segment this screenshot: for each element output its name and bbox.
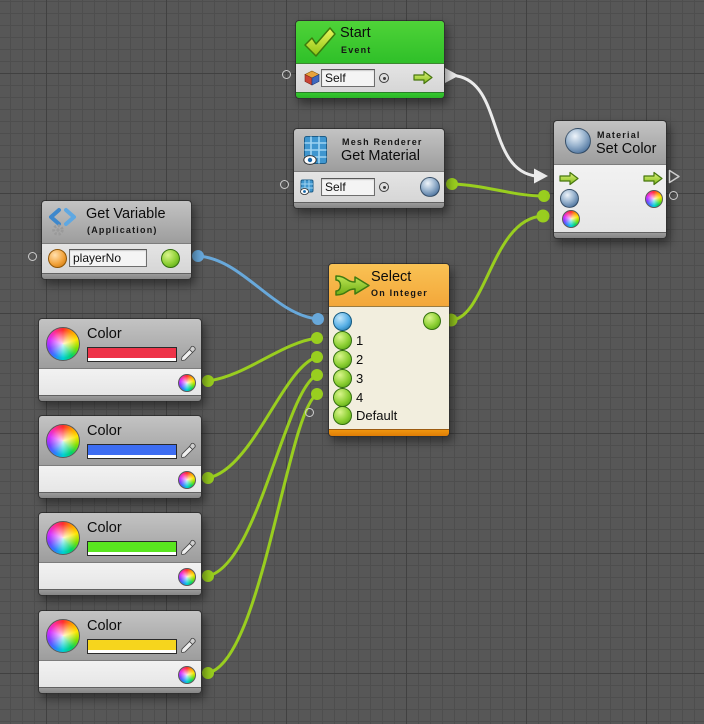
node-set-color[interactable]: Material Set Color bbox=[553, 120, 667, 239]
color-input-port[interactable] bbox=[562, 210, 580, 228]
node-select-on-integer[interactable]: Select On Integer 1 2 3 4 Default bbox=[328, 263, 450, 437]
eyedropper-icon[interactable] bbox=[180, 637, 197, 654]
wire-color1-to-select[interactable] bbox=[208, 338, 317, 381]
wire-select-to-setcolor[interactable] bbox=[451, 216, 543, 320]
material-input-port[interactable] bbox=[560, 189, 579, 208]
color-wheel-icon bbox=[46, 521, 80, 555]
wire-getmaterial-to-setcolor[interactable] bbox=[452, 184, 544, 196]
variable-value-output-port[interactable] bbox=[161, 249, 180, 268]
node-color-literal-1[interactable]: Color bbox=[38, 318, 202, 402]
target-dot-icon bbox=[379, 182, 389, 192]
wire-playerno-to-select[interactable] bbox=[198, 256, 318, 319]
color-swatch[interactable] bbox=[87, 347, 177, 362]
color-output-port[interactable] bbox=[178, 471, 196, 489]
color-output-port[interactable] bbox=[178, 666, 196, 684]
node-color-literal-3[interactable]: Color bbox=[38, 512, 202, 596]
node-title: Get Variable bbox=[86, 206, 166, 222]
variable-name-input-port[interactable] bbox=[48, 249, 67, 268]
alpha-bar bbox=[88, 455, 176, 458]
branch-label: 2 bbox=[356, 352, 363, 367]
color-output-port[interactable] bbox=[178, 568, 196, 586]
flow-arrowhead-start bbox=[445, 68, 459, 83]
unconnected-port-indicator bbox=[28, 252, 37, 261]
graph-canvas[interactable]: Start Event Mesh Rende bbox=[0, 0, 704, 724]
color-output-port[interactable] bbox=[178, 374, 196, 392]
alpha-bar bbox=[88, 650, 176, 653]
material-sphere-icon bbox=[565, 128, 591, 154]
branch-2-port[interactable] bbox=[333, 350, 352, 369]
unconnected-flow-indicator bbox=[668, 169, 681, 184]
branch-1-port[interactable] bbox=[333, 331, 352, 350]
node-subtitle: On Integer bbox=[371, 288, 428, 298]
branch-label: 4 bbox=[356, 390, 363, 405]
selection-output-port[interactable] bbox=[423, 312, 441, 330]
color-output-port[interactable] bbox=[645, 190, 663, 208]
branch-label: Default bbox=[356, 408, 397, 423]
node-subtitle: Event bbox=[341, 45, 372, 55]
select-merge-icon bbox=[334, 272, 372, 299]
branch-default-port[interactable] bbox=[333, 406, 352, 425]
target-dot-icon bbox=[379, 73, 389, 83]
wire-color2-to-select[interactable] bbox=[208, 357, 317, 478]
unconnected-port-indicator bbox=[282, 70, 291, 79]
eyedropper-icon[interactable] bbox=[180, 442, 197, 459]
branch-label: 1 bbox=[356, 333, 363, 348]
node-get-variable[interactable]: Get Variable (Application) bbox=[41, 200, 192, 280]
wire-color3-to-select[interactable] bbox=[208, 375, 317, 576]
color-wheel-icon bbox=[46, 619, 80, 653]
variable-icon bbox=[48, 207, 80, 237]
unconnected-port-indicator bbox=[669, 191, 678, 200]
color-swatch[interactable] bbox=[87, 639, 177, 654]
unconnected-port-indicator bbox=[280, 180, 289, 189]
color-wheel-icon bbox=[46, 327, 80, 361]
node-title: Color bbox=[87, 520, 122, 536]
node-title: Color bbox=[87, 326, 122, 342]
node-title: Set Color bbox=[596, 141, 656, 157]
eyedropper-icon[interactable] bbox=[180, 539, 197, 556]
wire-color4-to-select[interactable] bbox=[208, 394, 317, 673]
node-color-literal-2[interactable]: Color bbox=[38, 415, 202, 499]
node-subtitle: (Application) bbox=[87, 225, 158, 235]
eyedropper-icon[interactable] bbox=[180, 345, 197, 362]
wire-start-to-setcolor-flow[interactable] bbox=[457, 76, 536, 176]
branch-label: 3 bbox=[356, 371, 363, 386]
gameobject-cube-icon bbox=[304, 70, 320, 86]
flow-input-port[interactable] bbox=[558, 171, 580, 186]
node-title: Start bbox=[340, 25, 371, 41]
check-icon bbox=[302, 25, 338, 59]
alpha-bar bbox=[88, 358, 176, 361]
target-self-input[interactable] bbox=[321, 69, 375, 87]
unconnected-port-indicator bbox=[305, 408, 314, 417]
node-title: Color bbox=[87, 618, 122, 634]
branch-3-port[interactable] bbox=[333, 369, 352, 388]
node-subtitle: Material bbox=[597, 130, 641, 140]
flow-output-port[interactable] bbox=[412, 70, 434, 85]
material-output-port[interactable] bbox=[420, 177, 440, 197]
color-swatch[interactable] bbox=[87, 444, 177, 459]
flow-arrowhead-end bbox=[534, 169, 548, 184]
node-get-material[interactable]: Mesh Renderer Get Material bbox=[293, 128, 445, 209]
mesh-renderer-icon bbox=[303, 135, 328, 165]
node-subtitle: Mesh Renderer bbox=[342, 137, 423, 147]
node-title: Color bbox=[87, 423, 122, 439]
mesh-renderer-mini-icon bbox=[300, 179, 316, 195]
branch-4-port[interactable] bbox=[333, 388, 352, 407]
node-title: Select bbox=[371, 269, 411, 285]
color-swatch[interactable] bbox=[87, 541, 177, 556]
node-title: Get Material bbox=[341, 148, 420, 164]
variable-name-input[interactable] bbox=[69, 249, 147, 267]
selector-input-port[interactable] bbox=[333, 312, 352, 331]
alpha-bar bbox=[88, 552, 176, 555]
target-self-input[interactable] bbox=[321, 178, 375, 196]
node-color-literal-4[interactable]: Color bbox=[38, 610, 202, 694]
color-wheel-icon bbox=[46, 424, 80, 458]
node-start-event[interactable]: Start Event bbox=[295, 20, 445, 99]
flow-output-port[interactable] bbox=[642, 171, 664, 186]
